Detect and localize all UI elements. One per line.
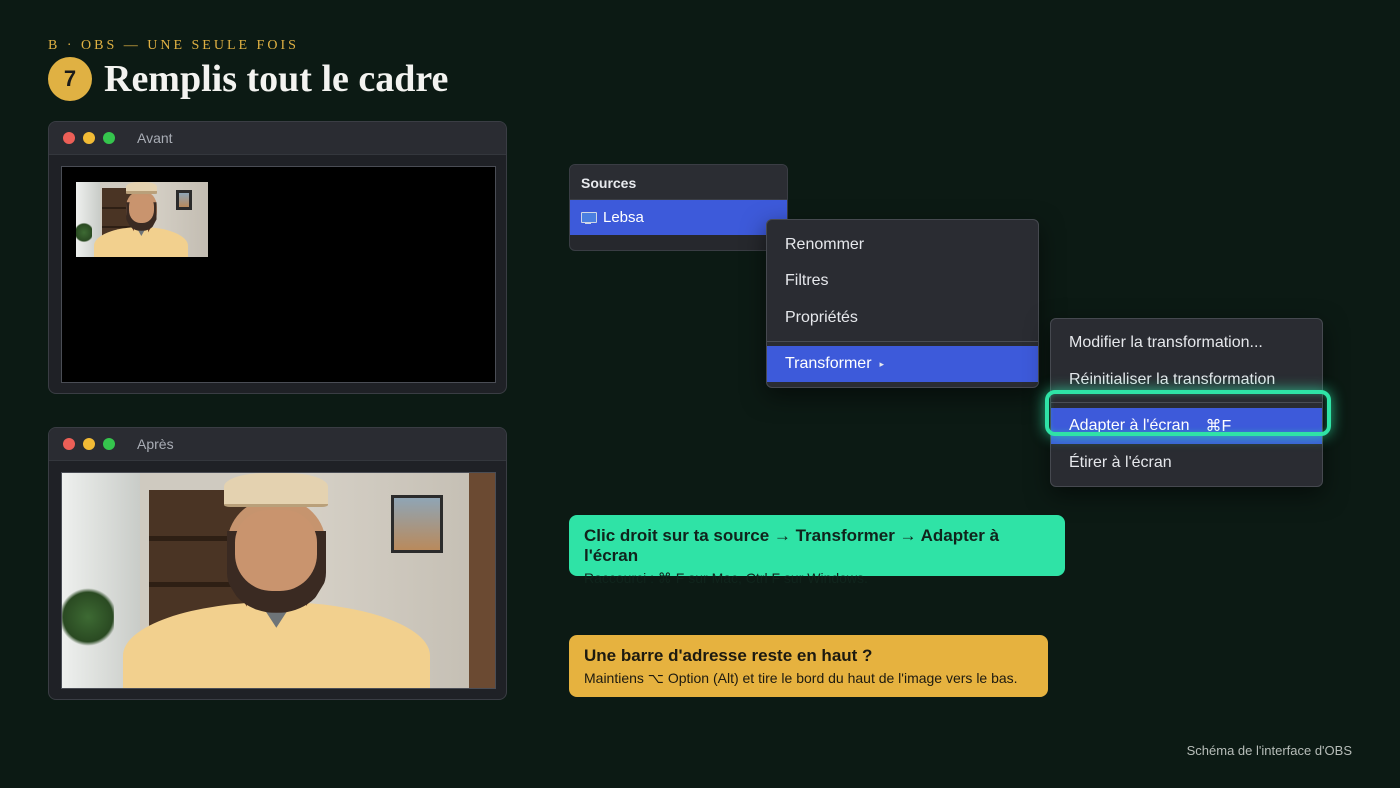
window-title: Après (137, 436, 174, 452)
minimize-dot-icon[interactable] (83, 132, 95, 144)
menu-separator (767, 341, 1038, 342)
window-titlebar: Après (49, 428, 506, 461)
shortcut-label: ⌘F (1205, 418, 1232, 435)
maximize-dot-icon[interactable] (103, 438, 115, 450)
callout-subtitle: Raccourci : ⌘ F sur Mac, Ctrl F sur Wind… (584, 570, 868, 586)
callout-subtitle: Maintiens ⌥ Option (Alt) et tire le bord… (584, 670, 1018, 686)
sources-heading: Sources (570, 165, 787, 200)
menu-item-stretch-to-screen[interactable]: Étirer à l'écran (1051, 445, 1322, 481)
window-before: Avant (48, 121, 507, 394)
preview-canvas (61, 166, 496, 383)
video-thumbnail-small (76, 182, 208, 257)
window-after: Après (48, 427, 507, 700)
caption: Schéma de l'interface d'OBS (1186, 743, 1352, 758)
menu-item-edit-transform[interactable]: Modifier la transformation... (1051, 325, 1322, 361)
menu-separator (1051, 402, 1322, 403)
minimize-dot-icon[interactable] (83, 438, 95, 450)
eyebrow: B · OBS — UNE SEULE FOIS (48, 38, 299, 53)
step-badge: 7 (48, 57, 92, 101)
callout-title: Clic droit sur ta source → Transformer →… (584, 526, 1000, 565)
close-dot-icon[interactable] (63, 132, 75, 144)
callout-title: Une barre d'adresse reste en haut ? (584, 646, 873, 665)
menu-item-fit-to-screen[interactable]: Adapter à l'écran ⌘F (1051, 408, 1322, 444)
source-item-lebsa[interactable]: Lebsa (570, 200, 787, 235)
sources-panel: Sources Lebsa (569, 164, 788, 251)
menu-item-reset-transform[interactable]: Réinitialiser la transformation (1051, 362, 1322, 398)
monitor-icon (581, 212, 597, 224)
menu-item-properties[interactable]: Propriétés (767, 300, 1038, 336)
instruction-callout: Clic droit sur ta source → Transformer →… (569, 515, 1065, 586)
window-title: Avant (137, 130, 173, 146)
submenu-arrow-icon: ▸ (879, 358, 885, 369)
tip-callout: Une barre d'adresse reste en haut ? Main… (569, 635, 1048, 697)
page-title: Remplis tout le cadre (104, 58, 449, 100)
transform-submenu: Modifier la transformation... Réinitiali… (1050, 318, 1323, 487)
maximize-dot-icon[interactable] (103, 132, 115, 144)
source-label: Lebsa (603, 209, 644, 226)
menu-item-filters[interactable]: Filtres (767, 263, 1038, 299)
menu-item-rename[interactable]: Renommer (767, 227, 1038, 263)
menu-item-transform[interactable]: Transformer ▸ (767, 346, 1038, 382)
preview-canvas (61, 472, 496, 689)
context-menu: Renommer Filtres Propriétés Transformer … (766, 219, 1039, 388)
video-fullframe (62, 473, 495, 688)
close-dot-icon[interactable] (63, 438, 75, 450)
window-titlebar: Avant (49, 122, 506, 155)
